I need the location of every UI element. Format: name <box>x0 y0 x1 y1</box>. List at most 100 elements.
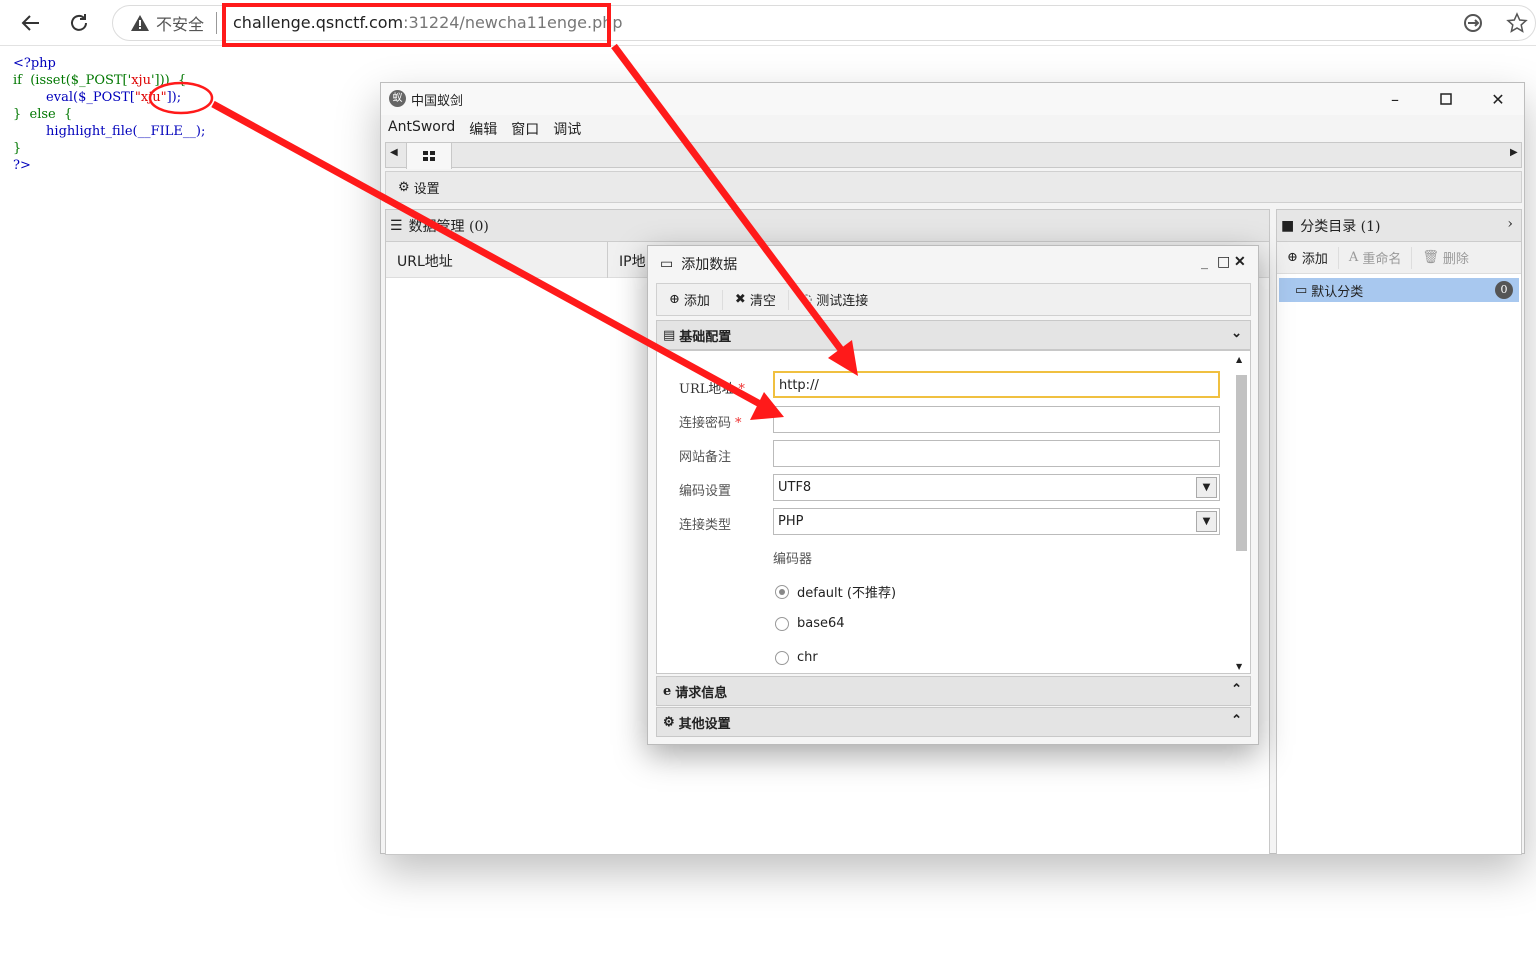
add-button[interactable]: ⊕ 添加 <box>657 289 723 310</box>
section-request-info[interactable]: e 请求信息 ⌃ <box>656 676 1251 706</box>
dialog-titlebar: ▭ 添加数据 _ □ ✕ <box>648 246 1258 282</box>
menu-window[interactable]: 窗口 <box>504 115 546 139</box>
warning-icon <box>131 15 149 31</box>
panel-header: ■ 分类目录 (1) › <box>1277 210 1521 242</box>
rename-category-button[interactable]: A 重命名 <box>1339 246 1413 269</box>
list-icon: ☰ <box>390 217 403 234</box>
dialog-toolbar: ⊕ 添加 ✖ 清空 ◌ 测试连接 <box>656 283 1251 316</box>
menu-bar: AntSword 编辑 窗口 调试 <box>381 115 1524 139</box>
menu-edit[interactable]: 编辑 <box>462 115 504 139</box>
minimize-icon[interactable]: – <box>1383 87 1407 111</box>
section-other-settings[interactable]: ⚙ 其他设置 ⌃ <box>656 707 1251 737</box>
note-label: 网站备注 <box>679 450 732 465</box>
category-label: 默认分类 <box>1311 284 1364 300</box>
dialog-title: 添加数据 <box>681 257 738 273</box>
reload-icon[interactable] <box>64 8 94 38</box>
folder-open-icon: ▭ <box>1295 282 1308 298</box>
column-url[interactable]: URL地址 <box>397 251 453 271</box>
radio-icon <box>775 650 789 665</box>
code-line: <?php <box>13 56 56 71</box>
trash-icon: 🗑 <box>1422 250 1439 265</box>
encoding-select[interactable]: UTF8 ▼ <box>773 474 1220 501</box>
tab-bar: ◀ ▶ <box>385 142 1522 169</box>
url-label: URL地址 * <box>679 382 745 397</box>
clear-button[interactable]: ✖ 清空 <box>723 289 789 310</box>
tab-home[interactable] <box>406 142 452 169</box>
antsword-logo-icon: 蚁 <box>389 90 406 107</box>
delete-category-button[interactable]: 🗑 删除 <box>1412 247 1479 269</box>
type-select[interactable]: PHP ▼ <box>773 508 1220 535</box>
back-icon[interactable] <box>16 8 46 38</box>
chevron-down-icon: ⌄ <box>1231 326 1242 341</box>
code-line: } <box>13 141 22 156</box>
chevron-right-icon[interactable]: › <box>1507 216 1513 232</box>
url-highlight-box <box>222 3 611 47</box>
gear-icon: ⚙ <box>398 179 410 195</box>
insecure-label: 不安全 <box>156 15 205 34</box>
column-ip[interactable]: IP地 <box>619 251 646 271</box>
category-item-default[interactable]: ▭ 默认分类 0 <box>1279 278 1519 302</box>
password-input[interactable] <box>773 406 1220 433</box>
code-line: if (isset($_POST['xju'])) { <box>13 73 187 88</box>
code-line: ?> <box>13 158 31 173</box>
file-icon: ▤ <box>663 327 676 343</box>
encoding-label: 编码设置 <box>679 484 732 499</box>
scroll-thumb[interactable] <box>1236 375 1247 551</box>
panel-header: ☰ 数据管理 (0) <box>386 210 1269 242</box>
scroll-down-icon[interactable]: ▼ <box>1236 662 1242 671</box>
edge-refresh-icon[interactable] <box>1462 12 1486 36</box>
favorite-star-icon[interactable] <box>1506 12 1530 36</box>
note-input[interactable] <box>773 440 1220 467</box>
window-icon: ▭ <box>660 256 674 272</box>
settings-toolbar: ⚙ 设置 <box>385 171 1522 203</box>
type-label: 连接类型 <box>679 518 732 533</box>
encoder-option-chr[interactable]: chr <box>775 650 818 665</box>
category-panel: ■ 分类目录 (1) › ⊕ 添加 A 重命名 🗑 删除 ▭ 默认分类 0 <box>1276 209 1522 855</box>
encoder-label: 编码器 <box>773 552 813 567</box>
chevron-down-icon: ▼ <box>1196 511 1217 532</box>
dialog-close-icon[interactable]: ✕ <box>1234 254 1246 270</box>
password-label: 连接密码 * <box>679 416 742 431</box>
url-input[interactable]: http:// <box>773 371 1220 398</box>
close-icon[interactable]: ✕ <box>1486 87 1510 111</box>
menu-antsword[interactable]: AntSword <box>381 115 462 139</box>
settings-button[interactable]: 设置 <box>414 178 440 197</box>
add-data-dialog: ▭ 添加数据 _ □ ✕ ⊕ 添加 ✖ 清空 ◌ 测试连接 ▤ 基础配置 ⌄ URL地… <box>647 245 1259 745</box>
chevron-up-icon: ⌃ <box>1231 713 1242 728</box>
maximize-icon[interactable] <box>1434 87 1458 111</box>
column-divider <box>607 242 608 278</box>
spinner-icon: ◌ <box>800 292 813 307</box>
window-title: 中国蚁剑 <box>411 94 464 109</box>
basic-config-form: URL地址 * http:// 连接密码 * 网站备注 编码设置 UTF8 ▼ 连接… <box>656 350 1251 674</box>
form-scrollbar[interactable]: ▲ ▼ <box>1234 355 1248 671</box>
menu-debug[interactable]: 调试 <box>546 115 588 139</box>
php-source: <?php if (isset($_POST['xju'])) { eval($_… <box>13 55 205 174</box>
font-icon: A <box>1348 250 1359 265</box>
radio-selected-icon <box>775 584 789 599</box>
encoder-option-default[interactable]: default (不推荐) <box>775 582 896 601</box>
folder-icon: ■ <box>1281 217 1295 234</box>
grid-icon <box>422 150 435 161</box>
plus-circle-icon: ⊕ <box>1287 250 1298 265</box>
category-panel-title: 分类目录 (1) <box>1300 218 1381 235</box>
category-toolbar: ⊕ 添加 A 重命名 🗑 删除 <box>1277 242 1521 274</box>
window-titlebar: 蚁 中国蚁剑 – ✕ <box>381 83 1524 115</box>
tab-scroll-left-icon[interactable]: ◀ <box>390 147 398 158</box>
add-category-button[interactable]: ⊕ 添加 <box>1277 246 1339 269</box>
divider <box>216 12 217 34</box>
code-line: highlight_file(__FILE__); <box>13 124 206 139</box>
dialog-minimize-icon[interactable]: _ <box>1201 254 1208 270</box>
category-count-badge: 0 <box>1495 281 1513 299</box>
plus-circle-icon: ⊕ <box>669 292 680 307</box>
radio-icon <box>775 616 789 631</box>
tab-scroll-right-icon[interactable]: ▶ <box>1510 147 1518 158</box>
section-basic-config[interactable]: ▤ 基础配置 ⌄ <box>656 320 1251 350</box>
encoder-option-base64[interactable]: base64 <box>775 616 845 631</box>
ie-icon: e <box>663 683 672 699</box>
dialog-maximize-icon[interactable]: □ <box>1217 254 1230 270</box>
x-icon: ✖ <box>734 292 746 307</box>
security-indicator[interactable]: 不安全 <box>130 11 204 35</box>
scroll-up-icon[interactable]: ▲ <box>1236 355 1242 364</box>
data-panel-title: 数据管理 (0) <box>408 218 489 235</box>
test-connection-button[interactable]: ◌ 测试连接 <box>789 290 880 310</box>
